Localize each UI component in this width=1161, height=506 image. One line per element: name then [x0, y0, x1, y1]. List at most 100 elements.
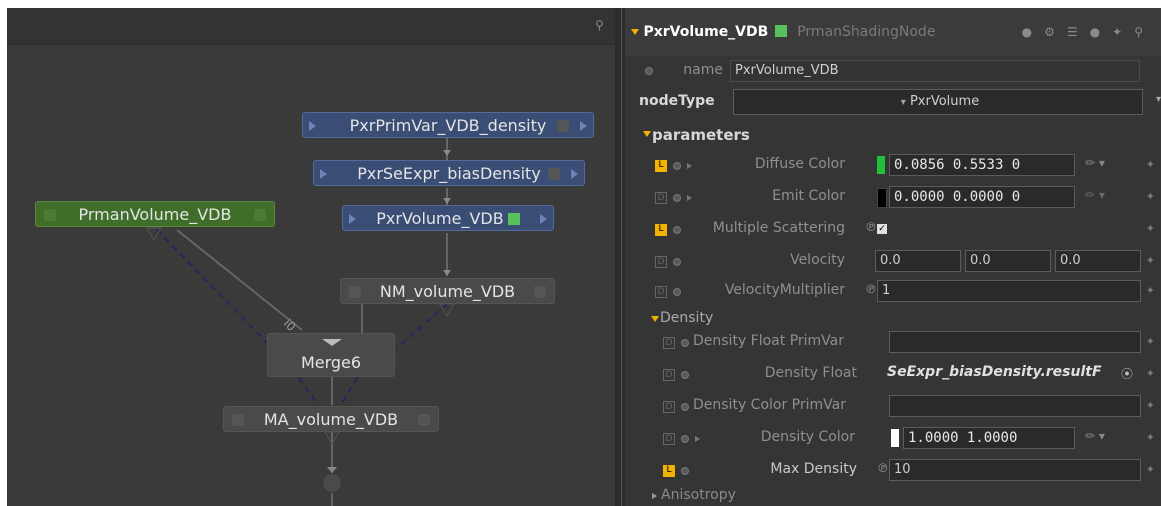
color-picker-icon[interactable]: ✏ ▾	[1085, 188, 1105, 202]
pin-icon[interactable]: ✦	[1146, 367, 1155, 380]
expand-arrow-icon[interactable]	[651, 316, 659, 322]
dot-icon[interactable]: ●	[1022, 25, 1044, 39]
value-r[interactable]: 1.0000	[908, 430, 959, 446]
node-graph[interactable]: ⚲ i0 PxrPrimVar_VDB_density PxrSeExpr_bi…	[7, 8, 615, 506]
pin-icon[interactable]: ✦	[1146, 284, 1155, 297]
node-merge6[interactable]: Merge6	[267, 333, 395, 377]
checkbox-checked[interactable]: ✓	[877, 224, 887, 234]
value-g[interactable]: 1.0000	[967, 430, 1018, 446]
connection-value[interactable]: SeExpr_biasDensity.resultF	[887, 364, 1102, 380]
node-pxrprimvar-vdb-density[interactable]: PxrPrimVar_VDB_density	[302, 112, 594, 138]
chevron-down-icon[interactable]: ▾	[1156, 94, 1161, 105]
expand-arrow-icon[interactable]	[695, 436, 700, 442]
node-label: PrmanVolume_VDB	[78, 205, 232, 224]
velocity-multiplier-field[interactable]: 1	[877, 280, 1141, 302]
status-dot-icon	[673, 288, 681, 296]
input-port-icon[interactable]	[232, 414, 244, 426]
local-badge-icon[interactable]: L	[655, 160, 667, 172]
node-pxrseexpr-biasdensity[interactable]: PxrSeExpr_biasDensity	[313, 160, 585, 186]
color-swatch[interactable]	[877, 188, 887, 208]
view-flag-icon[interactable]	[507, 213, 520, 225]
search-icon[interactable]: ⚲	[1134, 25, 1155, 39]
pin-icon[interactable]: ✦	[1146, 335, 1155, 348]
color-picker-icon[interactable]: ✏ ▾	[1085, 429, 1105, 443]
parameters-section[interactable]: parameters	[625, 120, 1161, 150]
local-badge-icon[interactable]: L	[655, 224, 667, 236]
input-port-icon[interactable]	[349, 286, 361, 298]
pin-icon[interactable]: ✦	[1146, 158, 1155, 171]
collapsed-arrow-icon[interactable]	[652, 493, 657, 499]
gear-icon[interactable]: ⚙	[1044, 25, 1067, 39]
pane-splitter[interactable]	[615, 8, 625, 506]
default-badge-icon[interactable]: D	[663, 433, 675, 445]
node-title-bar[interactable]: PxrVolume_VDB PrmanShadingNode	[631, 16, 935, 48]
input-port-icon[interactable]	[320, 169, 327, 179]
pin-icon[interactable]: ✦	[1146, 399, 1155, 412]
color-values[interactable]: 1.0000 1.0000	[903, 427, 1075, 449]
default-badge-icon[interactable]: D	[655, 192, 667, 204]
node-prmanvolume-vdb[interactable]: PrmanVolume_VDB	[35, 201, 275, 227]
key-icon: ℗	[865, 282, 877, 296]
nodetype-label: nodeType	[639, 93, 715, 109]
max-density-field[interactable]: 10	[889, 459, 1141, 481]
velocity-x-field[interactable]: 0.0	[875, 250, 961, 272]
param-emit-color: D Emit Color 0.0000 0.0000 0 ✏ ▾ ✦	[625, 182, 1161, 212]
value-b[interactable]: 0	[1012, 157, 1020, 173]
value-r[interactable]: 0.0000	[894, 189, 945, 205]
output-port-icon[interactable]	[557, 120, 569, 132]
nodetype-dropdown[interactable]: ▾ PxrVolume	[733, 89, 1143, 115]
output-port-icon[interactable]	[548, 168, 560, 180]
merge-inputs-icon[interactable]	[322, 339, 342, 347]
default-badge-icon[interactable]: D	[663, 369, 675, 381]
color-values[interactable]: 0.0856 0.5533 0	[889, 154, 1075, 176]
pin-icon[interactable]: ✦	[1146, 222, 1155, 235]
value-g[interactable]: 0.5533	[953, 157, 1004, 173]
pin-icon[interactable]: ✦	[1146, 431, 1155, 444]
sliders-icon[interactable]: ☰	[1067, 25, 1090, 39]
input-port-icon[interactable]	[309, 121, 316, 131]
expand-arrow-icon[interactable]	[540, 214, 547, 224]
value-b[interactable]: 0	[1012, 189, 1020, 205]
color-picker-icon[interactable]: ✏ ▾	[1085, 156, 1105, 170]
view-flag-icon[interactable]	[774, 25, 787, 37]
output-port-icon[interactable]	[254, 209, 266, 221]
name-field[interactable]: PxrVolume_VDB	[730, 60, 1140, 82]
expand-arrow-icon[interactable]	[580, 121, 587, 131]
pin-icon[interactable]: ✦	[1112, 25, 1134, 39]
velocity-y-field[interactable]: 0.0	[965, 250, 1051, 272]
anisotropy-section[interactable]: Anisotropy	[625, 486, 1161, 506]
node-nm-volume-vdb[interactable]: NM_volume_VDB	[340, 278, 555, 304]
color-swatch[interactable]	[877, 156, 885, 174]
expand-arrow-icon[interactable]	[571, 169, 578, 179]
default-badge-icon[interactable]: D	[655, 286, 667, 298]
density-color-primvar-field[interactable]	[889, 395, 1141, 417]
expand-arrow-icon[interactable]	[643, 131, 651, 137]
output-port-icon[interactable]	[534, 286, 546, 298]
value-r[interactable]: 0.0856	[894, 157, 945, 173]
local-badge-icon[interactable]: L	[663, 465, 675, 477]
density-float-primvar-field[interactable]	[889, 331, 1141, 353]
collapse-arrow-icon[interactable]	[631, 29, 639, 35]
output-port-icon[interactable]	[418, 414, 430, 426]
default-badge-icon[interactable]: D	[663, 337, 675, 349]
param-velocity: D Velocity 0.0 0.0 0.0 ✦	[625, 246, 1161, 276]
connection-icon[interactable]: ⦿	[1121, 365, 1133, 382]
default-badge-icon[interactable]: D	[655, 256, 667, 268]
comment-icon[interactable]: ●	[1090, 25, 1112, 39]
input-port-icon[interactable]	[44, 209, 56, 221]
value-g[interactable]: 0.0000	[953, 189, 1004, 205]
velocity-z-field[interactable]: 0.0	[1055, 250, 1141, 272]
color-values[interactable]: 0.0000 0.0000 0	[889, 186, 1075, 208]
input-port-icon[interactable]	[349, 214, 356, 224]
expand-arrow-icon[interactable]	[687, 195, 692, 201]
default-badge-icon[interactable]: D	[663, 401, 675, 413]
density-section[interactable]: Density	[625, 308, 1161, 330]
pin-icon[interactable]: ✦	[1146, 463, 1155, 476]
node-ma-volume-vdb[interactable]: MA_volume_VDB	[223, 406, 439, 432]
status-dot-icon	[673, 258, 681, 266]
node-pxrvolume-vdb[interactable]: PxrVolume_VDB	[342, 205, 554, 231]
color-swatch[interactable]	[891, 429, 899, 447]
expand-arrow-icon[interactable]	[687, 163, 692, 169]
pin-icon[interactable]: ✦	[1146, 254, 1155, 267]
pin-icon[interactable]: ✦	[1146, 190, 1155, 203]
